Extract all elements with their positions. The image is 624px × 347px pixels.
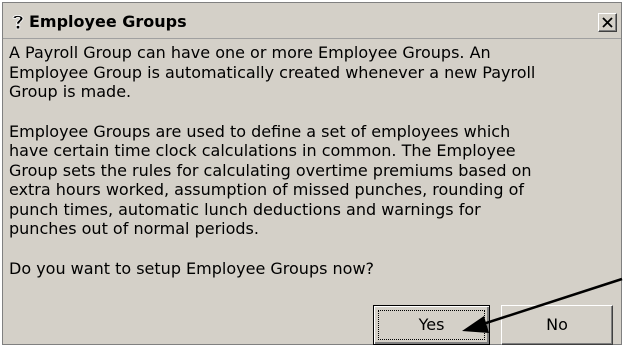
dialog-title: Employee Groups bbox=[29, 12, 187, 31]
message-question: Do you want to setup Employee Groups now… bbox=[9, 258, 375, 278]
question-mark-icon bbox=[10, 13, 26, 30]
message-paragraph-2: Employee Groups are used to define a set… bbox=[9, 121, 532, 239]
message-paragraph-1: A Payroll Group can have one or more Emp… bbox=[9, 43, 536, 101]
dialog-message: A Payroll Group can have one or more Emp… bbox=[9, 43, 621, 278]
close-button[interactable] bbox=[598, 13, 617, 32]
employee-groups-dialog: Employee Groups A Payroll Group can have… bbox=[2, 2, 622, 345]
yes-button-label: Yes bbox=[418, 315, 445, 334]
yes-button[interactable]: Yes bbox=[373, 305, 490, 345]
no-button-label: No bbox=[546, 315, 568, 334]
title-bar[interactable]: Employee Groups bbox=[3, 3, 621, 39]
no-button[interactable]: No bbox=[501, 305, 613, 345]
